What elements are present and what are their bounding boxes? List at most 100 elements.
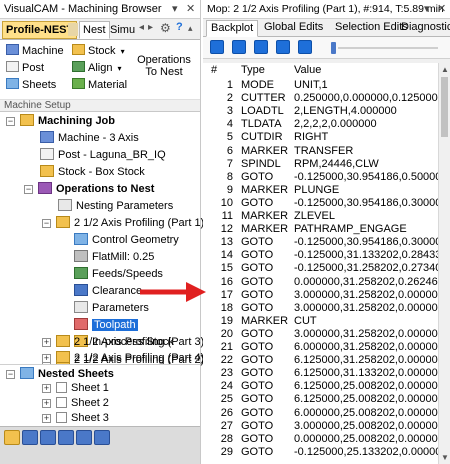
stock-button[interactable]: Stock ▾ <box>72 44 125 58</box>
table-row[interactable]: 23 GOTO 6.125000,31.133202,0.000000 <box>203 367 438 380</box>
scrollbar-thumb[interactable] <box>441 77 448 137</box>
table-row[interactable]: 20 GOTO 3.000000,31.258202,0.000000 <box>203 328 438 341</box>
tab-simu[interactable]: Simu <box>106 21 139 39</box>
table-row[interactable]: 12 MARKER PATHRAMP_ENGAGE <box>203 223 438 236</box>
table-scrollbar[interactable]: ▲ ▼ <box>438 63 450 464</box>
table-row[interactable]: 3 LOADTL 2,LENGTH,4.000000 <box>203 105 438 118</box>
table-row[interactable]: 5 CUTDIR RIGHT <box>203 131 438 144</box>
tree-node-profiling-part-1[interactable]: 2 1/2 Axis Profiling (Part 1) <box>56 215 204 231</box>
table-row[interactable]: 28 GOTO 0.000000,25.008202,0.000000 <box>203 433 438 446</box>
tab-diagnostics[interactable]: Diagnostics <box>397 20 450 37</box>
stop-icon[interactable] <box>276 40 290 54</box>
align-button[interactable]: Align ▾ <box>72 61 122 75</box>
tree-node-nesting-parameters[interactable]: Nesting Parameters <box>58 198 173 214</box>
collapse-toggle[interactable]: − <box>6 117 15 126</box>
tree-node-post[interactable]: Post - Laguna_BR_IQ <box>40 147 166 163</box>
table-row[interactable]: 13 GOTO -0.125000,30.954186,0.300000 <box>203 236 438 249</box>
playback-slider-track[interactable] <box>338 47 438 49</box>
rewind-icon[interactable] <box>210 40 224 54</box>
table-row[interactable]: 10 GOTO -0.125000,30.954186,0.300000 <box>203 197 438 210</box>
expand-toggle[interactable]: + <box>42 338 51 347</box>
table-row[interactable]: 14 GOTO -0.125000,31.133202,0.284338 <box>203 249 438 262</box>
sheet-checkbox[interactable] <box>56 412 67 423</box>
table-row[interactable]: 6 MARKER TRANSFER <box>203 145 438 158</box>
table-row[interactable]: 26 GOTO 6.000000,25.008202,0.000000 <box>203 407 438 420</box>
post-toolbar-icon[interactable] <box>94 430 110 445</box>
tab-scroll-right-icon[interactable]: ▸ <box>148 22 153 33</box>
tree-node-control-geometry[interactable]: Control Geometry <box>74 232 179 248</box>
pause-icon[interactable] <box>254 40 268 54</box>
pin-dropdown-icon[interactable]: ▾ <box>172 2 178 15</box>
table-row[interactable]: 7 SPINDL RPM,24446,CLW <box>203 158 438 171</box>
close-icon[interactable]: ✕ <box>437 2 446 15</box>
table-row[interactable]: 4 TLDATA 2,2,2,2,0.000000 <box>203 118 438 131</box>
tab-scroll-left-icon[interactable]: ◂ <box>139 22 144 33</box>
sheet-checkbox[interactable] <box>56 382 67 393</box>
table-row[interactable]: 8 GOTO -0.125000,30.954186,0.500000 <box>203 171 438 184</box>
gear-icon[interactable]: ⚙ <box>160 21 171 35</box>
table-row[interactable]: 18 GOTO 3.000000,31.258202,0.000000 <box>203 302 438 315</box>
tree-node-feeds-speeds[interactable]: Feeds/Speeds <box>74 266 163 282</box>
tree-node-profiling-part-3[interactable]: 2 1/2 Axis Profiling (Part 3) <box>56 334 204 350</box>
table-row[interactable]: 25 GOTO 6.125000,25.008202,0.000000 <box>203 393 438 406</box>
table-row[interactable]: 24 GOTO 6.125000,25.008202,0.000000 <box>203 380 438 393</box>
machine-button[interactable]: Machine <box>6 44 64 58</box>
table-row[interactable]: 29 GOTO -0.125000,25.133202,0.000000 <box>203 446 438 459</box>
tab-profile-nest[interactable]: Profile-NEST <box>2 21 78 39</box>
post-button[interactable]: Post <box>6 61 44 75</box>
pin-dropdown-icon[interactable]: ▾ <box>424 2 430 15</box>
table-row[interactable]: 15 GOTO -0.125000,31.258202,0.273402 <box>203 262 438 275</box>
expand-toggle[interactable]: + <box>42 354 51 363</box>
table-row[interactable]: 19 MARKER CUT <box>203 315 438 328</box>
ribbon-collapse-icon[interactable]: ▴ <box>188 23 193 34</box>
column-header-type[interactable]: Type <box>241 64 265 76</box>
simulate-toolbar-icon[interactable] <box>76 430 92 445</box>
tree-node-machining-job[interactable]: Machining Job <box>20 113 115 129</box>
table-row[interactable]: 1 MODE UNIT,1 <box>203 79 438 92</box>
collapse-toggle[interactable]: − <box>42 219 51 228</box>
expand-toggle[interactable]: + <box>42 384 51 393</box>
tree-node-flatmill[interactable]: FlatMill: 0.25 <box>74 249 154 265</box>
table-row[interactable]: 27 GOTO 3.000000,25.008202,0.000000 <box>203 420 438 433</box>
scroll-down-icon[interactable]: ▼ <box>441 453 449 462</box>
column-header-value[interactable]: Value <box>294 64 321 76</box>
sheets-toolbar-icon[interactable] <box>58 430 74 445</box>
row-type: MARKER <box>241 223 289 236</box>
tab-backplot[interactable]: Backplot <box>206 20 259 37</box>
tree-node-clearance[interactable]: Clearance <box>74 283 142 299</box>
machining-job-toolbar-icon[interactable] <box>4 430 20 445</box>
table-row[interactable]: 22 GOTO 6.125000,31.258202,0.000000 <box>203 354 438 367</box>
tree-node-operations-to-nest[interactable]: Operations to Nest <box>38 181 154 197</box>
sheet-checkbox[interactable] <box>56 397 67 408</box>
tree-node-sheet-2[interactable]: Sheet 2 <box>56 395 109 411</box>
scroll-up-icon[interactable]: ▲ <box>441 65 449 74</box>
expand-toggle[interactable]: + <box>42 414 51 423</box>
help-icon[interactable]: ? <box>176 21 183 33</box>
collapse-toggle[interactable]: − <box>24 185 33 194</box>
operations-toolbar-icon[interactable] <box>22 430 38 445</box>
table-row[interactable]: 11 MARKER ZLEVEL <box>203 210 438 223</box>
nest-toolbar-icon[interactable] <box>40 430 56 445</box>
step-forward-icon[interactable] <box>298 40 312 54</box>
tree-node-sheet-1[interactable]: Sheet 1 <box>56 380 109 396</box>
table-row[interactable]: 2 CUTTER 0.250000,0.000000,0.125000,0.0000… <box>203 92 438 105</box>
playback-slider-thumb[interactable] <box>331 42 336 54</box>
collapse-toggle[interactable]: − <box>6 370 15 379</box>
tree-node-sheet-3[interactable]: Sheet 3 <box>56 410 109 426</box>
tab-global-edits[interactable]: Global Edits <box>260 20 327 37</box>
table-row[interactable]: 9 MARKER PLUNGE <box>203 184 438 197</box>
operations-to-nest-button[interactable]: Operations To Nest <box>134 54 194 78</box>
tree-node-machine[interactable]: Machine - 3 Axis <box>40 130 139 146</box>
table-row[interactable]: 21 GOTO 6.000000,31.258202,0.000000 <box>203 341 438 354</box>
close-icon[interactable]: ✕ <box>186 2 195 15</box>
sheets-button[interactable]: Sheets <box>6 78 56 92</box>
play-icon[interactable] <box>232 40 246 54</box>
column-header-number[interactable]: # <box>211 64 217 76</box>
table-row[interactable]: 16 GOTO 0.000000,31.258202,0.262466 <box>203 276 438 289</box>
app-menu-icon[interactable] <box>68 23 78 36</box>
tree-node-stock[interactable]: Stock - Box Stock <box>40 164 145 180</box>
expand-toggle[interactable]: + <box>42 399 51 408</box>
material-button[interactable]: Material <box>72 78 127 92</box>
table-row[interactable]: 17 GOTO 3.000000,31.258202,0.000000 <box>203 289 438 302</box>
tree-node-toolpath[interactable]: Toolpath <box>74 317 138 333</box>
